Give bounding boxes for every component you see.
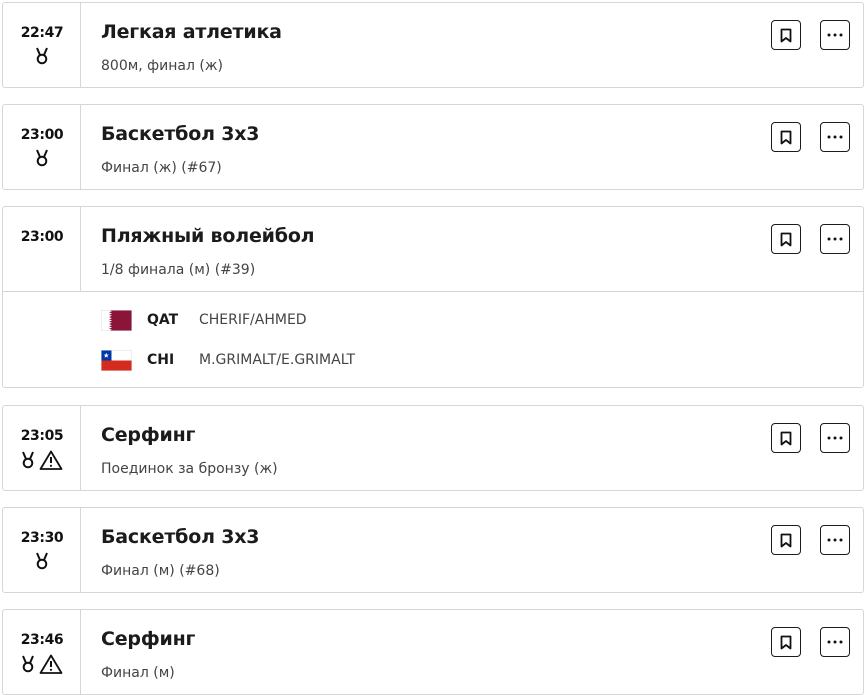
event-card[interactable]: 23:00 Баскетбол 3х3 Финал (ж) (#67) bbox=[2, 104, 864, 190]
event-time: 23:05 bbox=[20, 428, 64, 444]
more-icon bbox=[827, 640, 843, 644]
warning-icon bbox=[39, 654, 63, 674]
competitor-row: CHI M.GRIMALT/E.GRIMALT bbox=[101, 349, 355, 371]
competitor-names: CHERIF/AHMED bbox=[199, 312, 307, 328]
medal-icon bbox=[36, 552, 48, 570]
bookmark-icon bbox=[780, 130, 792, 144]
more-icon bbox=[827, 237, 843, 241]
medal-icon bbox=[36, 47, 48, 65]
event-subtitle: 800м, финал (ж) bbox=[101, 58, 223, 74]
qatar-flag bbox=[101, 309, 132, 331]
more-icon bbox=[827, 436, 843, 440]
event-card[interactable]: 23:46 Серфинг Финал (м) bbox=[2, 609, 864, 695]
warning-icon bbox=[39, 450, 63, 470]
event-title: Баскетбол 3х3 bbox=[101, 123, 260, 145]
more-button[interactable] bbox=[820, 423, 850, 453]
chile-flag bbox=[101, 349, 132, 371]
time-column: 23:00 bbox=[3, 207, 81, 291]
event-time: 23:00 bbox=[20, 229, 64, 245]
bookmark-button[interactable] bbox=[771, 423, 801, 453]
competitor-row: QAT CHERIF/AHMED bbox=[101, 309, 307, 331]
event-card[interactable]: 23:05 Серфинг Поединок за бронзу (ж) bbox=[2, 405, 864, 491]
bookmark-button[interactable] bbox=[771, 525, 801, 555]
country-code: CHI bbox=[147, 352, 175, 368]
more-button[interactable] bbox=[820, 627, 850, 657]
medal-icon bbox=[22, 451, 34, 469]
event-time: 22:47 bbox=[20, 25, 64, 41]
bookmark-button[interactable] bbox=[771, 627, 801, 657]
event-time: 23:00 bbox=[20, 127, 64, 143]
more-icon bbox=[827, 33, 843, 37]
more-icon bbox=[827, 135, 843, 139]
event-subtitle: Финал (ж) (#67) bbox=[101, 160, 222, 176]
medal-icon bbox=[22, 655, 34, 673]
time-column: 23:00 bbox=[3, 105, 81, 189]
more-button[interactable] bbox=[820, 525, 850, 555]
time-column: 23:30 bbox=[3, 508, 81, 592]
event-subtitle: Поединок за бронзу (ж) bbox=[101, 461, 278, 477]
event-time: 23:30 bbox=[20, 530, 64, 546]
more-button[interactable] bbox=[820, 224, 850, 254]
medal-icon bbox=[36, 149, 48, 167]
competitor-names: M.GRIMALT/E.GRIMALT bbox=[199, 352, 356, 368]
bookmark-icon bbox=[780, 635, 792, 649]
event-title: Пляжный волейбол bbox=[101, 225, 315, 247]
event-title: Серфинг bbox=[101, 628, 196, 650]
event-subtitle: Финал (м) (#68) bbox=[101, 563, 220, 579]
time-column: 23:46 bbox=[3, 610, 81, 694]
more-button[interactable] bbox=[820, 122, 850, 152]
event-title: Баскетбол 3х3 bbox=[101, 526, 260, 548]
more-icon bbox=[827, 538, 843, 542]
event-title: Серфинг bbox=[101, 424, 196, 446]
event-time: 23:46 bbox=[20, 632, 64, 648]
more-button[interactable] bbox=[820, 20, 850, 50]
bookmark-icon bbox=[780, 533, 792, 547]
country-code: QAT bbox=[147, 312, 179, 328]
event-subtitle: 1/8 финала (м) (#39) bbox=[101, 262, 256, 278]
event-title: Легкая атлетика bbox=[101, 21, 282, 43]
event-subtitle: Финал (м) bbox=[101, 665, 175, 681]
event-card[interactable]: 23:00 Пляжный волейбол 1/8 финала (м) (#… bbox=[2, 206, 864, 388]
bookmark-icon bbox=[780, 28, 792, 42]
bookmark-button[interactable] bbox=[771, 122, 801, 152]
event-card[interactable]: 22:47 Легкая атлетика 800м, финал (ж) bbox=[2, 2, 864, 88]
time-column: 22:47 bbox=[3, 3, 81, 87]
bookmark-button[interactable] bbox=[771, 224, 801, 254]
bookmark-button[interactable] bbox=[771, 20, 801, 50]
competitors-list: QAT CHERIF/AHMED CHI M.GRIMALT/E.GRIMALT bbox=[3, 291, 863, 389]
bookmark-icon bbox=[780, 232, 792, 246]
bookmark-icon bbox=[780, 431, 792, 445]
time-column: 23:05 bbox=[3, 406, 81, 490]
event-card[interactable]: 23:30 Баскетбол 3х3 Финал (м) (#68) bbox=[2, 507, 864, 593]
